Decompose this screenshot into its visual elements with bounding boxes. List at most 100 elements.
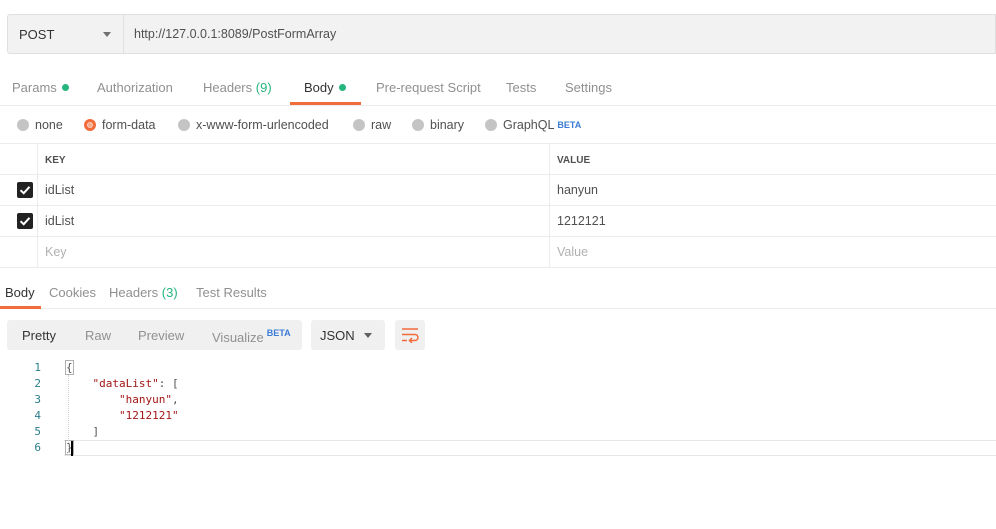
line-number: 5 (34, 425, 41, 438)
tab-tests-label: Tests (506, 80, 537, 95)
radio-binary[interactable]: binary (412, 118, 464, 132)
response-tab-headers-label: Headers (109, 285, 159, 300)
row-checkbox[interactable] (17, 182, 33, 198)
status-dot-icon (61, 84, 69, 91)
request-tabs: Params Authorization Headers (9) Body Pr… (0, 70, 996, 106)
request-bar: POST http://127.0.0.1:8089/PostFormArray (7, 14, 996, 54)
method-select[interactable]: POST (8, 15, 124, 53)
tab-headers[interactable]: Headers (9) (203, 80, 272, 95)
tab-body-label: Body (304, 80, 334, 95)
code-text: "dataList": [ (92, 377, 179, 390)
url-input[interactable]: http://127.0.0.1:8089/PostFormArray (124, 15, 995, 53)
active-response-tab-underline (0, 306, 41, 309)
tab-tests[interactable]: Tests (506, 80, 536, 95)
code-line: 1 { (0, 360, 996, 376)
view-pretty-label: Pretty (22, 328, 56, 343)
tab-body[interactable]: Body (304, 80, 346, 95)
active-tab-underline (290, 102, 361, 105)
tab-pre-request-label: Pre-request Script (376, 80, 481, 95)
response-tab-headers[interactable]: Headers (3) (109, 285, 178, 300)
row-key-cell[interactable]: idList (45, 183, 74, 197)
response-tab-body-label: Body (5, 285, 35, 300)
line-number: 4 (34, 409, 41, 422)
response-body-code[interactable]: 1 { 2 "dataList": [ 3 "hanyun", 4 "12121… (0, 360, 996, 456)
response-tab-cookies[interactable]: Cookies (49, 285, 96, 300)
row-key-cell[interactable]: idList (45, 214, 74, 228)
radio-urlencoded-label: x-www-form-urlencoded (196, 118, 329, 132)
status-dot-icon (338, 84, 346, 91)
response-tab-cookies-label: Cookies (49, 285, 96, 300)
new-value-input[interactable]: Value (557, 245, 588, 259)
code-text: { (65, 360, 74, 375)
response-tab-test-results[interactable]: Test Results (196, 285, 267, 300)
radio-none-label: none (35, 118, 63, 132)
radio-icon (412, 119, 424, 131)
code-line: 4 "1212121" (0, 408, 996, 424)
radio-raw-label: raw (371, 118, 392, 132)
table-row-new: Key Value (0, 237, 996, 268)
params-table: KEY VALUE idList hanyun idList 1212121 K… (0, 144, 996, 268)
checkbox-cell (0, 237, 38, 267)
code-line: 2 "dataList": [ (0, 376, 996, 392)
table-row: idList 1212121 (0, 206, 996, 237)
key-column-header: KEY (45, 155, 66, 166)
column-divider (549, 144, 550, 174)
tab-pre-request-script[interactable]: Pre-request Script (376, 80, 481, 95)
method-label: POST (19, 26, 55, 42)
radio-raw[interactable]: raw (353, 118, 391, 132)
column-divider (549, 237, 550, 267)
line-number: 1 (34, 361, 41, 374)
tab-authorization[interactable]: Authorization (97, 80, 173, 95)
view-pretty[interactable]: Pretty (22, 328, 56, 343)
row-checkbox[interactable] (17, 213, 33, 229)
table-row: idList hanyun (0, 175, 996, 206)
value-column-header: VALUE (557, 155, 591, 166)
code-line: 3 "hanyun", (0, 392, 996, 408)
column-divider (549, 206, 550, 236)
response-tab-body[interactable]: Body (5, 285, 35, 300)
row-value-cell[interactable]: 1212121 (557, 214, 606, 228)
view-mode-toolbar: Pretty Raw Preview Visualize BETA (7, 320, 302, 350)
tab-params[interactable]: Params (12, 80, 69, 95)
tab-headers-count: (9) (255, 80, 272, 95)
view-raw-label: Raw (85, 328, 112, 343)
view-raw[interactable]: Raw (85, 328, 111, 343)
url-text: http://127.0.0.1:8089/PostFormArray (134, 27, 337, 41)
radio-x-www-form-urlencoded[interactable]: x-www-form-urlencoded (178, 118, 329, 132)
new-key-input[interactable]: Key (45, 245, 67, 259)
radio-icon (178, 119, 190, 131)
tab-authorization-label: Authorization (97, 80, 173, 95)
view-visualize[interactable]: Visualize BETA (212, 328, 291, 345)
tab-headers-label: Headers (203, 80, 253, 95)
table-header: KEY VALUE (0, 144, 996, 175)
radio-icon (17, 119, 29, 131)
current-line-highlight (64, 440, 996, 456)
check-icon (19, 217, 31, 226)
view-preview[interactable]: Preview (138, 328, 184, 343)
format-select[interactable]: JSON (311, 320, 385, 350)
radio-graphql-label: GraphQL (503, 118, 555, 132)
radio-form-data[interactable]: form-data (84, 118, 156, 132)
response-headers-count: (3) (161, 285, 178, 300)
line-number: 2 (34, 377, 41, 390)
checkbox-column (0, 144, 38, 174)
line-number: 3 (34, 393, 41, 406)
beta-badge: BETA (266, 328, 291, 338)
format-label: JSON (320, 328, 355, 343)
tab-settings[interactable]: Settings (565, 80, 612, 95)
body-type-options: none form-data x-www-form-urlencoded raw… (0, 106, 996, 144)
chevron-down-icon (103, 32, 111, 37)
indent-guide (68, 375, 69, 455)
code-text: "1212121" (118, 409, 179, 422)
code-text: ] (66, 425, 100, 438)
chevron-down-icon (364, 333, 372, 338)
view-visualize-label: Visualize (212, 330, 264, 345)
line-number: 6 (34, 441, 41, 454)
view-preview-label: Preview (138, 328, 185, 343)
radio-binary-label: binary (430, 118, 465, 132)
radio-none[interactable]: none (17, 118, 63, 132)
row-value-cell[interactable]: hanyun (557, 183, 598, 197)
radio-graphql[interactable]: GraphQL BETA (485, 118, 581, 132)
code-line-current: 6 } (0, 440, 996, 456)
wrap-lines-button[interactable] (395, 320, 425, 350)
